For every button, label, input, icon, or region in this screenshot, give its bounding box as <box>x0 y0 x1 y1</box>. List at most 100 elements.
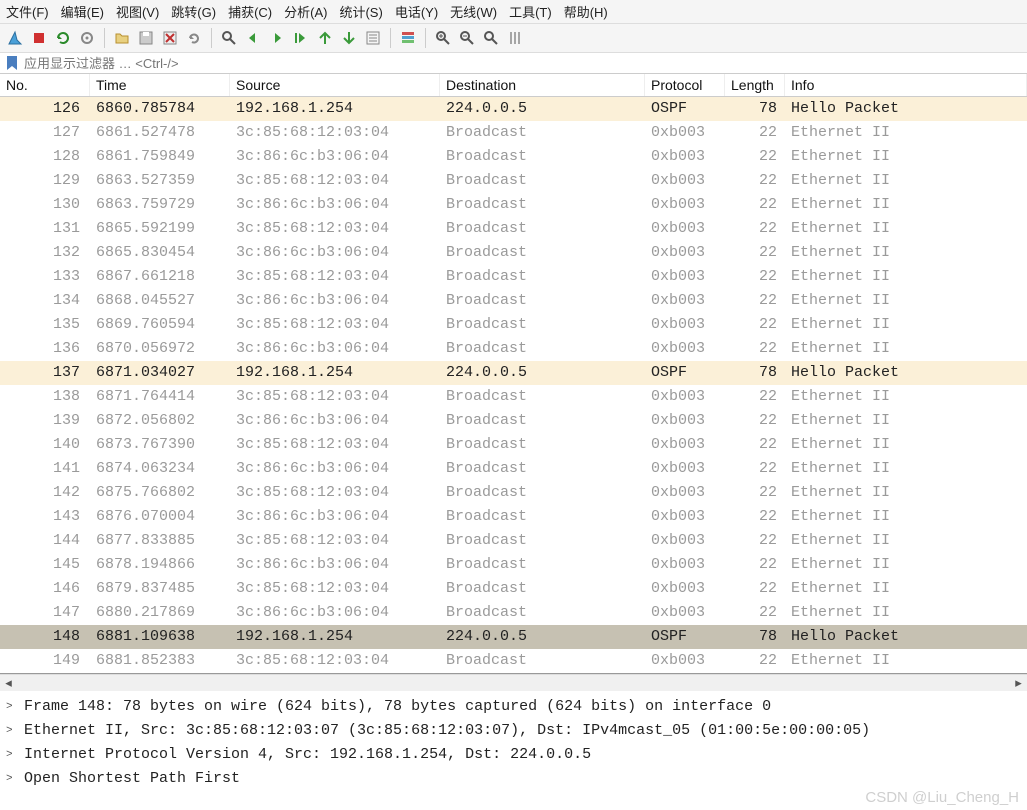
detail-tree-item[interactable]: >Internet Protocol Version 4, Src: 192.1… <box>0 743 1027 767</box>
detail-tree-item[interactable]: >Open Shortest Path First <box>0 767 1027 791</box>
forward-icon[interactable] <box>266 27 288 49</box>
toolbar-separator <box>390 28 391 48</box>
column-header[interactable]: Destination <box>440 74 645 96</box>
menu-item[interactable]: 电话(Y) <box>395 2 438 21</box>
column-header[interactable]: Protocol <box>645 74 725 96</box>
packet-row[interactable]: 1286861.7598493c:86:6c:b3:06:04Broadcast… <box>0 145 1027 169</box>
cell-len: 78 <box>725 625 785 649</box>
scroll-left-arrow-icon[interactable]: ◂ <box>0 675 17 692</box>
packet-row[interactable]: 1426875.7668023c:85:68:12:03:04Broadcast… <box>0 481 1027 505</box>
menu-item[interactable]: 工具(T) <box>509 2 552 21</box>
cell-dst: 224.0.0.5 <box>440 625 645 649</box>
zoom-reset-icon[interactable] <box>480 27 502 49</box>
display-filter-input[interactable] <box>24 56 1023 71</box>
cell-len: 22 <box>725 145 785 169</box>
first-icon[interactable] <box>314 27 336 49</box>
resize-columns-icon[interactable] <box>504 27 526 49</box>
packet-row[interactable]: 1316865.5921993c:85:68:12:03:04Broadcast… <box>0 217 1027 241</box>
auto-scroll-icon[interactable] <box>362 27 384 49</box>
packet-row[interactable]: 1326865.8304543c:86:6c:b3:06:04Broadcast… <box>0 241 1027 265</box>
menu-item[interactable]: 帮助(H) <box>564 2 608 21</box>
packet-row[interactable]: 1346868.0455273c:86:6c:b3:06:04Broadcast… <box>0 289 1027 313</box>
cell-len: 78 <box>725 97 785 121</box>
expand-icon[interactable]: > <box>6 695 20 719</box>
menu-item[interactable]: 视图(V) <box>116 2 159 21</box>
expand-icon[interactable]: > <box>6 719 20 743</box>
packet-row[interactable]: 1436876.0700043c:86:6c:b3:06:04Broadcast… <box>0 505 1027 529</box>
packet-row[interactable]: 1336867.6612183c:85:68:12:03:04Broadcast… <box>0 265 1027 289</box>
column-header[interactable]: Info <box>785 74 1027 96</box>
menu-item[interactable]: 捕获(C) <box>228 2 272 21</box>
cell-proto: 0xb003 <box>645 241 725 265</box>
packet-row[interactable]: 1476880.2178693c:86:6c:b3:06:04Broadcast… <box>0 601 1027 625</box>
cell-proto: 0xb003 <box>645 145 725 169</box>
menu-item[interactable]: 分析(A) <box>284 2 327 21</box>
menu-item[interactable]: 文件(F) <box>6 2 49 21</box>
packet-row[interactable]: 1276861.5274783c:85:68:12:03:04Broadcast… <box>0 121 1027 145</box>
cell-time: 6880.217869 <box>90 601 230 625</box>
cell-len: 22 <box>725 169 785 193</box>
save-icon[interactable] <box>135 27 157 49</box>
cell-info: Ethernet II <box>785 169 1027 193</box>
packet-row[interactable]: 1356869.7605943c:85:68:12:03:04Broadcast… <box>0 313 1027 337</box>
packet-row[interactable]: 1456878.1948663c:86:6c:b3:06:04Broadcast… <box>0 553 1027 577</box>
horizontal-scrollbar[interactable]: ◂ ▸ <box>0 674 1027 691</box>
shark-fin-icon[interactable] <box>4 27 26 49</box>
cell-info: Ethernet II <box>785 385 1027 409</box>
menu-item[interactable]: 编辑(E) <box>61 2 104 21</box>
column-header[interactable]: Length <box>725 74 785 96</box>
packet-row[interactable]: 1386871.7644143c:85:68:12:03:04Broadcast… <box>0 385 1027 409</box>
packet-row[interactable]: 1306863.7597293c:86:6c:b3:06:04Broadcast… <box>0 193 1027 217</box>
open-icon[interactable] <box>111 27 133 49</box>
cell-len: 22 <box>725 313 785 337</box>
close-file-icon[interactable] <box>159 27 181 49</box>
detail-tree-item[interactable]: >Frame 148: 78 bytes on wire (624 bits),… <box>0 695 1027 719</box>
packet-row[interactable]: 1366870.0569723c:86:6c:b3:06:04Broadcast… <box>0 337 1027 361</box>
restart-icon[interactable] <box>52 27 74 49</box>
expand-icon[interactable]: > <box>6 767 20 791</box>
packet-row[interactable]: 1416874.0632343c:86:6c:b3:06:04Broadcast… <box>0 457 1027 481</box>
reload-icon[interactable] <box>183 27 205 49</box>
detail-tree-item[interactable]: >Ethernet II, Src: 3c:85:68:12:03:07 (3c… <box>0 719 1027 743</box>
packet-row[interactable]: 1446877.8338853c:85:68:12:03:04Broadcast… <box>0 529 1027 553</box>
zoom-in-icon[interactable] <box>432 27 454 49</box>
cell-src: 3c:86:6c:b3:06:04 <box>230 409 440 433</box>
cell-src: 3c:85:68:12:03:04 <box>230 385 440 409</box>
bookmark-icon[interactable] <box>4 55 20 71</box>
options-icon[interactable] <box>76 27 98 49</box>
packet-row[interactable]: 1486881.109638192.168.1.254224.0.0.5OSPF… <box>0 625 1027 649</box>
packet-row[interactable]: 1296863.5273593c:85:68:12:03:04Broadcast… <box>0 169 1027 193</box>
column-header[interactable]: No. <box>0 74 90 96</box>
packet-row[interactable]: 1496881.8523833c:85:68:12:03:04Broadcast… <box>0 649 1027 673</box>
cell-src: 3c:85:68:12:03:04 <box>230 481 440 505</box>
goto-packet-icon[interactable] <box>290 27 312 49</box>
packet-row[interactable]: 1466879.8374853c:85:68:12:03:04Broadcast… <box>0 577 1027 601</box>
back-icon[interactable] <box>242 27 264 49</box>
cell-len: 22 <box>725 601 785 625</box>
packet-row[interactable]: 1266860.785784192.168.1.254224.0.0.5OSPF… <box>0 97 1027 121</box>
stop-icon[interactable] <box>28 27 50 49</box>
menu-item[interactable]: 跳转(G) <box>171 2 216 21</box>
expand-icon[interactable]: > <box>6 743 20 767</box>
last-icon[interactable] <box>338 27 360 49</box>
cell-no: 131 <box>0 217 90 241</box>
cell-proto: 0xb003 <box>645 385 725 409</box>
cell-time: 6879.837485 <box>90 577 230 601</box>
column-header[interactable]: Time <box>90 74 230 96</box>
zoom-out-icon[interactable] <box>456 27 478 49</box>
scroll-right-arrow-icon[interactable]: ▸ <box>1010 675 1027 692</box>
packet-row[interactable]: 1406873.7673903c:85:68:12:03:04Broadcast… <box>0 433 1027 457</box>
cell-proto: OSPF <box>645 97 725 121</box>
menu-item[interactable]: 无线(W) <box>450 2 497 21</box>
cell-time: 6865.592199 <box>90 217 230 241</box>
cell-no: 138 <box>0 385 90 409</box>
cell-time: 6860.785784 <box>90 97 230 121</box>
cell-len: 22 <box>725 289 785 313</box>
colorize-icon[interactable] <box>397 27 419 49</box>
find-icon[interactable] <box>218 27 240 49</box>
cell-no: 127 <box>0 121 90 145</box>
menu-item[interactable]: 统计(S) <box>339 2 382 21</box>
packet-row[interactable]: 1396872.0568023c:86:6c:b3:06:04Broadcast… <box>0 409 1027 433</box>
column-header[interactable]: Source <box>230 74 440 96</box>
packet-row[interactable]: 1376871.034027192.168.1.254224.0.0.5OSPF… <box>0 361 1027 385</box>
